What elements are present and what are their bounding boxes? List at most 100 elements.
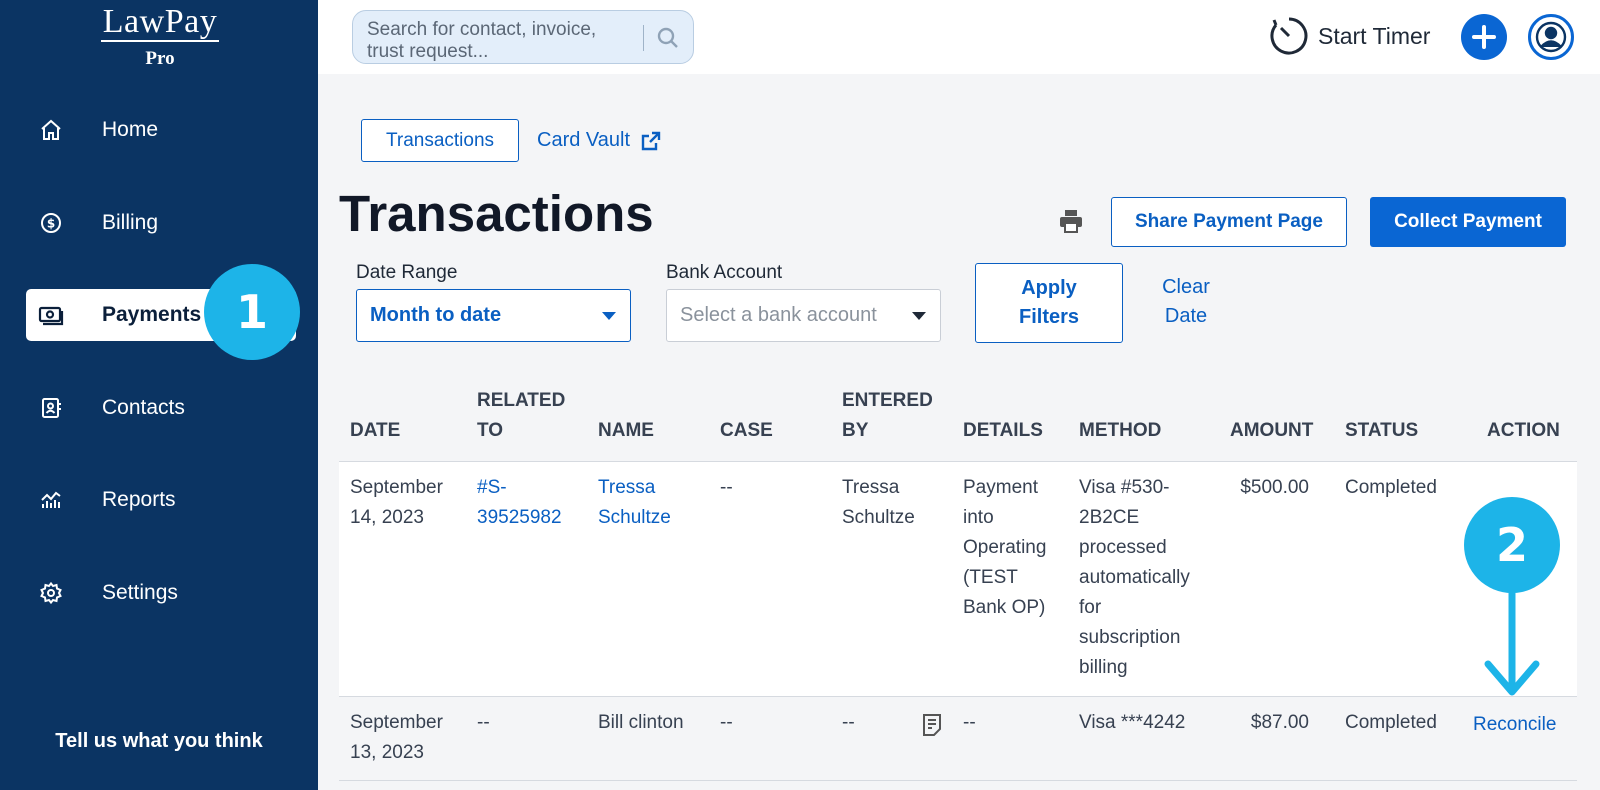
apply-filters-button[interactable]: Apply Filters [975,263,1123,343]
method-line: automatically [1079,567,1190,588]
share-payment-page-button[interactable]: Share Payment Page [1111,197,1347,247]
gear-icon [38,580,64,606]
header-date[interactable]: DATE [350,416,400,446]
user-icon [1535,21,1567,53]
start-timer-button[interactable]: Start Timer [1268,14,1430,58]
search-icon[interactable] [655,25,681,51]
arrow-down-icon [1484,590,1540,696]
cell-case: -- [720,477,733,498]
brand-tier: Pro [145,48,175,69]
card-vault-label: Card Vault [537,129,631,151]
header-status[interactable]: STATUS [1345,416,1418,446]
sidebar-item-label: Contacts [102,396,185,419]
tab-transactions[interactable]: Transactions [361,119,519,162]
print-icon[interactable] [1058,208,1084,234]
name-line: Tressa [598,477,656,498]
sidebar-item-label: Home [102,118,159,141]
note-icon[interactable] [921,713,943,737]
details-line: into [963,507,994,528]
header-entered-line2: BY [842,420,869,441]
contact-name-link[interactable]: Tressa Schultze [598,473,671,533]
sidebar-item-label: Settings [102,581,178,604]
chevron-down-icon [602,312,616,320]
header-entered-by[interactable]: ENTERED BY [842,386,933,446]
apply-label-line1: Apply [1021,277,1077,299]
name-line: Schultze [598,507,671,528]
bank-account-label: Bank Account [666,262,783,283]
search-input[interactable] [365,17,635,61]
dollar-circle-icon: $ [38,210,64,236]
sidebar-item-label: Billing [102,211,159,234]
timer-icon [1270,17,1308,55]
sidebar-item-reports[interactable]: Reports [26,474,294,526]
header-entered-line1: ENTERED [842,390,933,411]
date-range-value: Month to date [370,304,502,326]
header-related-line2: TO [477,420,504,441]
entered-line: Tressa [842,477,900,498]
lawpay-logo[interactable]: LawPay Pro [90,4,230,70]
related-to-link[interactable]: #S- 39525982 [477,473,562,533]
bank-account-placeholder: Select a bank account [680,304,877,326]
method-line: for [1079,597,1102,618]
timer-label: Start Timer [1318,22,1431,49]
date-range-label: Date Range [356,262,458,283]
cell-details: -- [963,712,976,733]
cell-method: Visa ***4242 [1079,712,1186,733]
feedback-link[interactable]: Tell us what you think [0,730,318,753]
method-line: 2B2CE [1079,507,1140,528]
tab-card-vault[interactable]: Card Vault [537,119,662,162]
header-related-line1: RELATED [477,390,566,411]
details-line: (TEST [963,567,1018,588]
date-line: September [350,477,443,498]
cell-case: -- [720,712,733,733]
cell-related-to: -- [477,712,490,733]
header-case[interactable]: CASE [720,416,773,446]
header-details[interactable]: DETAILS [963,416,1043,446]
date-line: 13, 2023 [350,742,424,763]
step-marker-2: 2 [1464,497,1560,593]
cash-icon [38,302,64,328]
method-line: subscription [1079,627,1181,648]
collect-payment-button[interactable]: Collect Payment [1370,197,1566,247]
details-line: Operating [963,537,1047,558]
header-related-to[interactable]: RELATED TO [477,386,565,446]
reconcile-link[interactable]: Reconcile [1473,710,1556,740]
header-method[interactable]: METHOD [1079,416,1161,446]
header-amount[interactable]: AMOUNT [1230,416,1313,446]
method-line: processed [1079,537,1167,558]
sidebar-item-home[interactable]: Home [26,104,294,156]
clear-date-button[interactable]: Clear Date [1150,273,1222,331]
sidebar-item-contacts[interactable]: Contacts [26,382,294,434]
cell-status: Completed [1345,712,1437,733]
page-title: Transactions [339,185,654,242]
cell-details: Payment into Operating (TEST Bank OP) [963,473,1046,623]
table-header: DATE RELATED TO NAME CASE ENTERED BY DET… [339,378,1577,462]
date-line: 14, 2023 [350,507,424,528]
apply-label-line2: Filters [1018,306,1080,328]
cell-method: Visa #530- 2B2CE processed automatically… [1079,473,1190,683]
sidebar-item-billing[interactable]: $ Billing [26,197,294,249]
cell-name: Bill clinton [598,712,684,733]
chart-icon [38,487,64,513]
details-line: Bank OP) [963,597,1046,618]
cell-status: Completed [1345,477,1437,498]
brand-name: LawPay [100,3,220,42]
related-line: #S- [477,477,507,498]
cell-date: September 14, 2023 [350,473,443,533]
related-line: 39525982 [477,507,562,528]
cell-amount: $500.00 [1240,477,1309,498]
cell-amount: $87.00 [1250,712,1309,733]
step-marker-1: 1 [204,264,300,360]
plus-icon [1472,25,1496,49]
add-button[interactable] [1461,14,1507,60]
method-line: billing [1079,657,1128,678]
cell-date: September 13, 2023 [350,708,443,768]
sidebar-item-settings[interactable]: Settings [26,567,294,619]
sidebar-item-label: Payments [102,303,202,326]
bank-account-select[interactable]: Select a bank account [666,289,941,342]
search-box [352,10,694,64]
header-name[interactable]: NAME [598,416,654,446]
date-range-select[interactable]: Month to date [356,289,631,342]
user-avatar[interactable] [1528,14,1574,60]
cell-entered-by: Tressa Schultze [842,473,915,533]
